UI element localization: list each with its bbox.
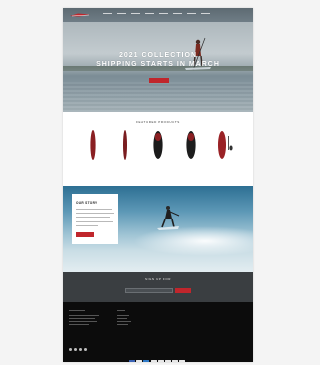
product-card[interactable] — [110, 128, 140, 178]
story-button[interactable] — [76, 232, 94, 237]
footer-text-line — [69, 318, 95, 319]
facebook-icon[interactable] — [69, 348, 72, 351]
payment-method-icon — [157, 360, 164, 362]
newsletter-title: SIGN UP FOR — [144, 277, 172, 281]
newsletter-section: SIGN UP FOR — [63, 272, 253, 302]
payment-method-icon — [179, 360, 186, 362]
brand-logo[interactable] — [69, 12, 91, 18]
footer-text-line — [69, 324, 89, 325]
main-nav — [103, 13, 210, 14]
youtube-icon[interactable] — [79, 348, 82, 351]
story-card: OUR STORY — [72, 194, 118, 244]
site-header — [63, 8, 253, 22]
product-card[interactable] — [143, 128, 173, 178]
nav-link[interactable] — [159, 13, 168, 14]
nav-link[interactable] — [201, 13, 210, 14]
newsletter-subscribe-button[interactable] — [175, 288, 191, 293]
featured-title: FEATURED PRODUCTS — [136, 120, 180, 124]
hero-title-line1: 2021 COLLECTION — [118, 52, 197, 59]
hero-banner: 2021 COLLECTION SHIPPING STARTS IN MARCH — [63, 22, 253, 112]
footer-heading-left — [69, 310, 85, 311]
payment-method-icon — [143, 360, 150, 362]
nav-link[interactable] — [117, 13, 126, 14]
footer-link[interactable] — [117, 315, 129, 316]
sup-board-image — [153, 131, 163, 159]
story-text-line — [76, 209, 112, 210]
twitter-icon[interactable] — [84, 348, 87, 351]
hero-title-line2: SHIPPING STARTS IN MARCH — [96, 61, 220, 68]
instagram-icon[interactable] — [74, 348, 77, 351]
footer-link[interactable] — [117, 318, 127, 319]
hero-shop-button[interactable] — [149, 78, 169, 83]
payment-method-icon — [129, 360, 135, 362]
sup-board-image — [218, 131, 233, 159]
surfer-silhouette — [157, 206, 180, 230]
site-footer — [63, 302, 253, 362]
payment-method-icon — [150, 360, 157, 362]
nav-link[interactable] — [103, 13, 112, 14]
story-text-line — [76, 217, 110, 218]
payment-method-icon — [136, 360, 143, 362]
product-card[interactable] — [208, 128, 238, 178]
footer-link[interactable] — [117, 324, 128, 325]
store-page: 2021 COLLECTION SHIPPING STARTS IN MARCH… — [63, 8, 253, 362]
nav-link[interactable] — [131, 13, 140, 14]
payment-method-icon — [172, 360, 179, 362]
nav-link[interactable] — [187, 13, 196, 14]
footer-text-line — [69, 321, 97, 322]
product-card[interactable] — [176, 128, 206, 178]
footer-heading-links — [117, 310, 125, 311]
sup-board-image — [123, 130, 127, 160]
payment-method-icon — [164, 360, 171, 362]
sup-board-image — [186, 131, 196, 159]
story-text-line — [76, 225, 98, 226]
nav-link[interactable] — [145, 13, 154, 14]
story-text-line — [76, 213, 114, 214]
footer-text-line — [69, 315, 99, 316]
water-spray — [133, 226, 253, 256]
social-links — [69, 348, 87, 351]
story-text-line — [76, 221, 113, 222]
payment-icons — [129, 360, 186, 362]
story-title: OUR STORY — [76, 201, 98, 205]
story-banner: OUR STORY — [63, 186, 253, 272]
hero-water — [63, 82, 253, 112]
product-card[interactable] — [78, 128, 108, 178]
nav-link[interactable] — [173, 13, 182, 14]
sup-board-image — [90, 130, 96, 160]
product-grid — [63, 128, 253, 178]
newsletter-email-input[interactable] — [125, 288, 173, 293]
footer-link[interactable] — [117, 321, 131, 322]
